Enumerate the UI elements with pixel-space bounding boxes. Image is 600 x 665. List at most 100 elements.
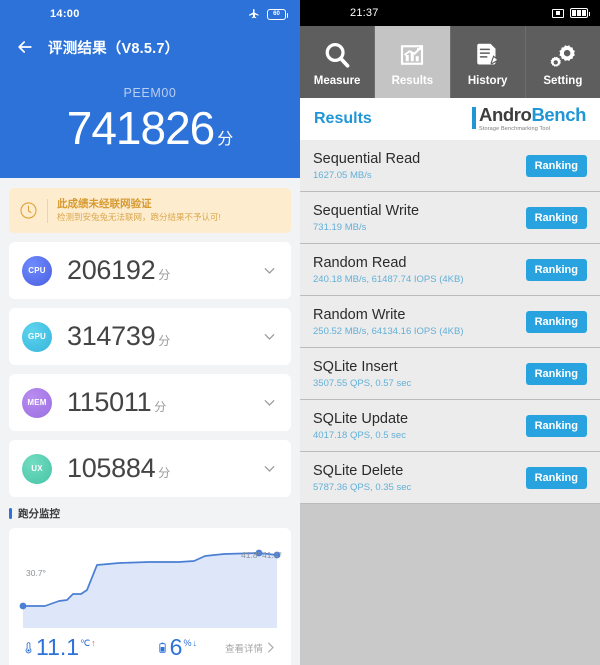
left-status-bar: 14:00 60 [0, 0, 300, 28]
result-value: 3507.55 QPS, 0.57 sec [313, 378, 412, 390]
screen-record-icon [552, 8, 564, 18]
result-row-sequential-read: Sequential Read 1627.05 MB/s Ranking [300, 140, 600, 192]
result-text: Random Read 240.18 MB/s, 61487.74 IOPS (… [313, 254, 526, 285]
warning-subtitle: 检测到安兔兔无法联网，跑分结果不予认可! [57, 212, 221, 223]
result-text: SQLite Insert 3507.55 QPS, 0.57 sec [313, 358, 526, 389]
temperature-chart-card: 30.7° 41.8° 41.4° 11.1 ℃ ↑ 6 % ↓ 查看详情 [9, 528, 291, 665]
ranking-button[interactable]: Ranking [525, 362, 587, 385]
tab-label: Measure [313, 74, 361, 87]
monitor-section-title: 跑分监控 [18, 508, 60, 521]
battery-icon [570, 8, 590, 18]
back-arrow-icon[interactable] [14, 36, 36, 58]
left-content: 此成绩未经联网验证 检测到安兔兔无法联网，跑分结果不予认可! CPU 20619… [0, 178, 300, 665]
ranking-button[interactable]: Ranking [525, 154, 587, 177]
ranking-button[interactable]: Ranking [525, 258, 587, 281]
results-title: Results [314, 110, 372, 127]
divider [47, 198, 48, 223]
result-name: Sequential Write [313, 202, 420, 219]
result-value: 5787.36 QPS, 0.35 sec [313, 482, 412, 494]
ranking-button[interactable]: Ranking [525, 310, 587, 333]
cpu-score-unit: 分 [158, 268, 171, 283]
monitor-section-header: 跑分监控 [9, 506, 291, 521]
gpu-badge: GPU [22, 321, 52, 352]
result-text: Sequential Read 1627.05 MB/s [313, 150, 526, 181]
chart-label-start: 30.7° [26, 568, 46, 579]
ux-badge: UX [22, 453, 52, 484]
tab-setting[interactable]: Setting [526, 26, 600, 98]
result-name: SQLite Update [313, 410, 409, 427]
total-score: 741826 分 [0, 102, 300, 154]
ux-score-unit: 分 [158, 466, 171, 481]
result-row-sqlite-delete: SQLite Delete 5787.36 QPS, 0.35 sec Rank… [300, 452, 600, 504]
status-icons: 60 [247, 8, 288, 20]
result-name: Random Write [313, 306, 406, 323]
ranking-button[interactable]: Ranking [525, 414, 587, 437]
result-value: 731.19 MB/s [313, 222, 367, 234]
tab-label: Setting [543, 74, 583, 87]
status-time: 21:37 [350, 7, 379, 19]
section-accent-bar [9, 508, 12, 520]
androbench-logo: AndroBench Storage Benchmarking Tool [471, 104, 586, 132]
mem-score-unit: 分 [154, 400, 167, 415]
gears-icon [548, 38, 578, 72]
battery-trend-arrow: ↓ [192, 638, 197, 649]
score-row-ux[interactable]: UX 105884 分 [9, 440, 291, 498]
gpu-score: 314739 分 [67, 321, 170, 352]
logo-bench: Bench [531, 104, 586, 125]
logo-accent-bar [471, 107, 476, 129]
gpu-score-unit: 分 [158, 334, 171, 349]
result-name: Sequential Read [313, 150, 421, 167]
chart-label-end: 41.4° [262, 550, 282, 561]
chevron-down-icon[interactable] [261, 328, 278, 345]
temperature-unit: ℃ [80, 638, 91, 649]
tab-label: Results [391, 74, 434, 87]
total-score-hero: PEEM00 741826 分 [0, 66, 300, 179]
temperature-trend-arrow: ↑ [91, 638, 96, 649]
device-model: PEEM00 [123, 86, 177, 100]
tab-history[interactable]: History [451, 26, 526, 98]
temperature-value: 11.1 [36, 634, 80, 661]
battery-value: 6 [169, 634, 183, 661]
results-list: Sequential Read 1627.05 MB/s Ranking Seq… [300, 140, 600, 504]
score-row-cpu[interactable]: CPU 206192 分 [9, 242, 291, 300]
result-text: SQLite Delete 5787.36 QPS, 0.35 sec [313, 462, 526, 493]
chevron-down-icon[interactable] [261, 394, 278, 411]
result-name: SQLite Delete [313, 462, 404, 479]
monitor-stats-row: 11.1 ℃ ↑ 6 % ↓ 查看详情 [9, 628, 291, 665]
temperature-stat: 11.1 ℃ ↑ [22, 636, 96, 659]
tab-measure[interactable]: Measure [300, 26, 376, 98]
chevron-down-icon[interactable] [261, 262, 278, 279]
result-value: 250.52 MB/s, 64134.16 IOPS (4KB) [313, 326, 464, 338]
battery-unit: % [183, 638, 192, 649]
result-text: Sequential Write 731.19 MB/s [313, 202, 526, 233]
ranking-button[interactable]: Ranking [525, 466, 587, 489]
chart-svg [19, 549, 281, 629]
chevron-right-icon [268, 642, 274, 653]
result-text: Random Write 250.52 MB/s, 64134.16 IOPS … [313, 306, 526, 337]
tab-results[interactable]: Results [375, 26, 451, 98]
warning-text: 此成绩未经联网验证 检测到安兔兔无法联网，跑分结果不予认可! [57, 197, 281, 224]
score-row-gpu[interactable]: GPU 314739 分 [9, 308, 291, 366]
total-score-value: 741826 [66, 102, 215, 154]
cpu-score-value: 206192 [67, 255, 156, 286]
tab-label: History [467, 74, 508, 87]
dual-phone-screenshot: 14:00 60 评测结果（V8.5.7） PEEM00 741826 分 此成… [0, 0, 600, 665]
result-name: SQLite Insert [313, 358, 398, 375]
result-row-sequential-write: Sequential Write 731.19 MB/s Ranking [300, 192, 600, 244]
right-status-bar: 21:37 [300, 0, 600, 26]
chevron-down-icon[interactable] [261, 460, 278, 477]
status-icons [552, 8, 590, 18]
result-value: 4017.18 QPS, 0.5 sec [313, 430, 406, 442]
battery-icon [156, 639, 169, 656]
monitor-detail-link[interactable]: 查看详情 [225, 640, 278, 655]
ranking-button[interactable]: Ranking [525, 206, 587, 229]
result-row-random-read: Random Read 240.18 MB/s, 61487.74 IOPS (… [300, 244, 600, 296]
gpu-score-value: 314739 [67, 321, 156, 352]
result-value: 1627.05 MB/s [313, 170, 372, 182]
score-row-mem[interactable]: MEM 115011 分 [9, 374, 291, 432]
logo-text: AndroBench Storage Benchmarking Tool [479, 104, 586, 132]
androbench-panel: 21:37 Measure Results History Setting Re… [300, 0, 600, 665]
warning-title: 此成绩未经联网验证 [57, 198, 152, 211]
result-row-sqlite-insert: SQLite Insert 3507.55 QPS, 0.57 sec Rank… [300, 348, 600, 400]
status-time: 14:00 [50, 8, 80, 20]
